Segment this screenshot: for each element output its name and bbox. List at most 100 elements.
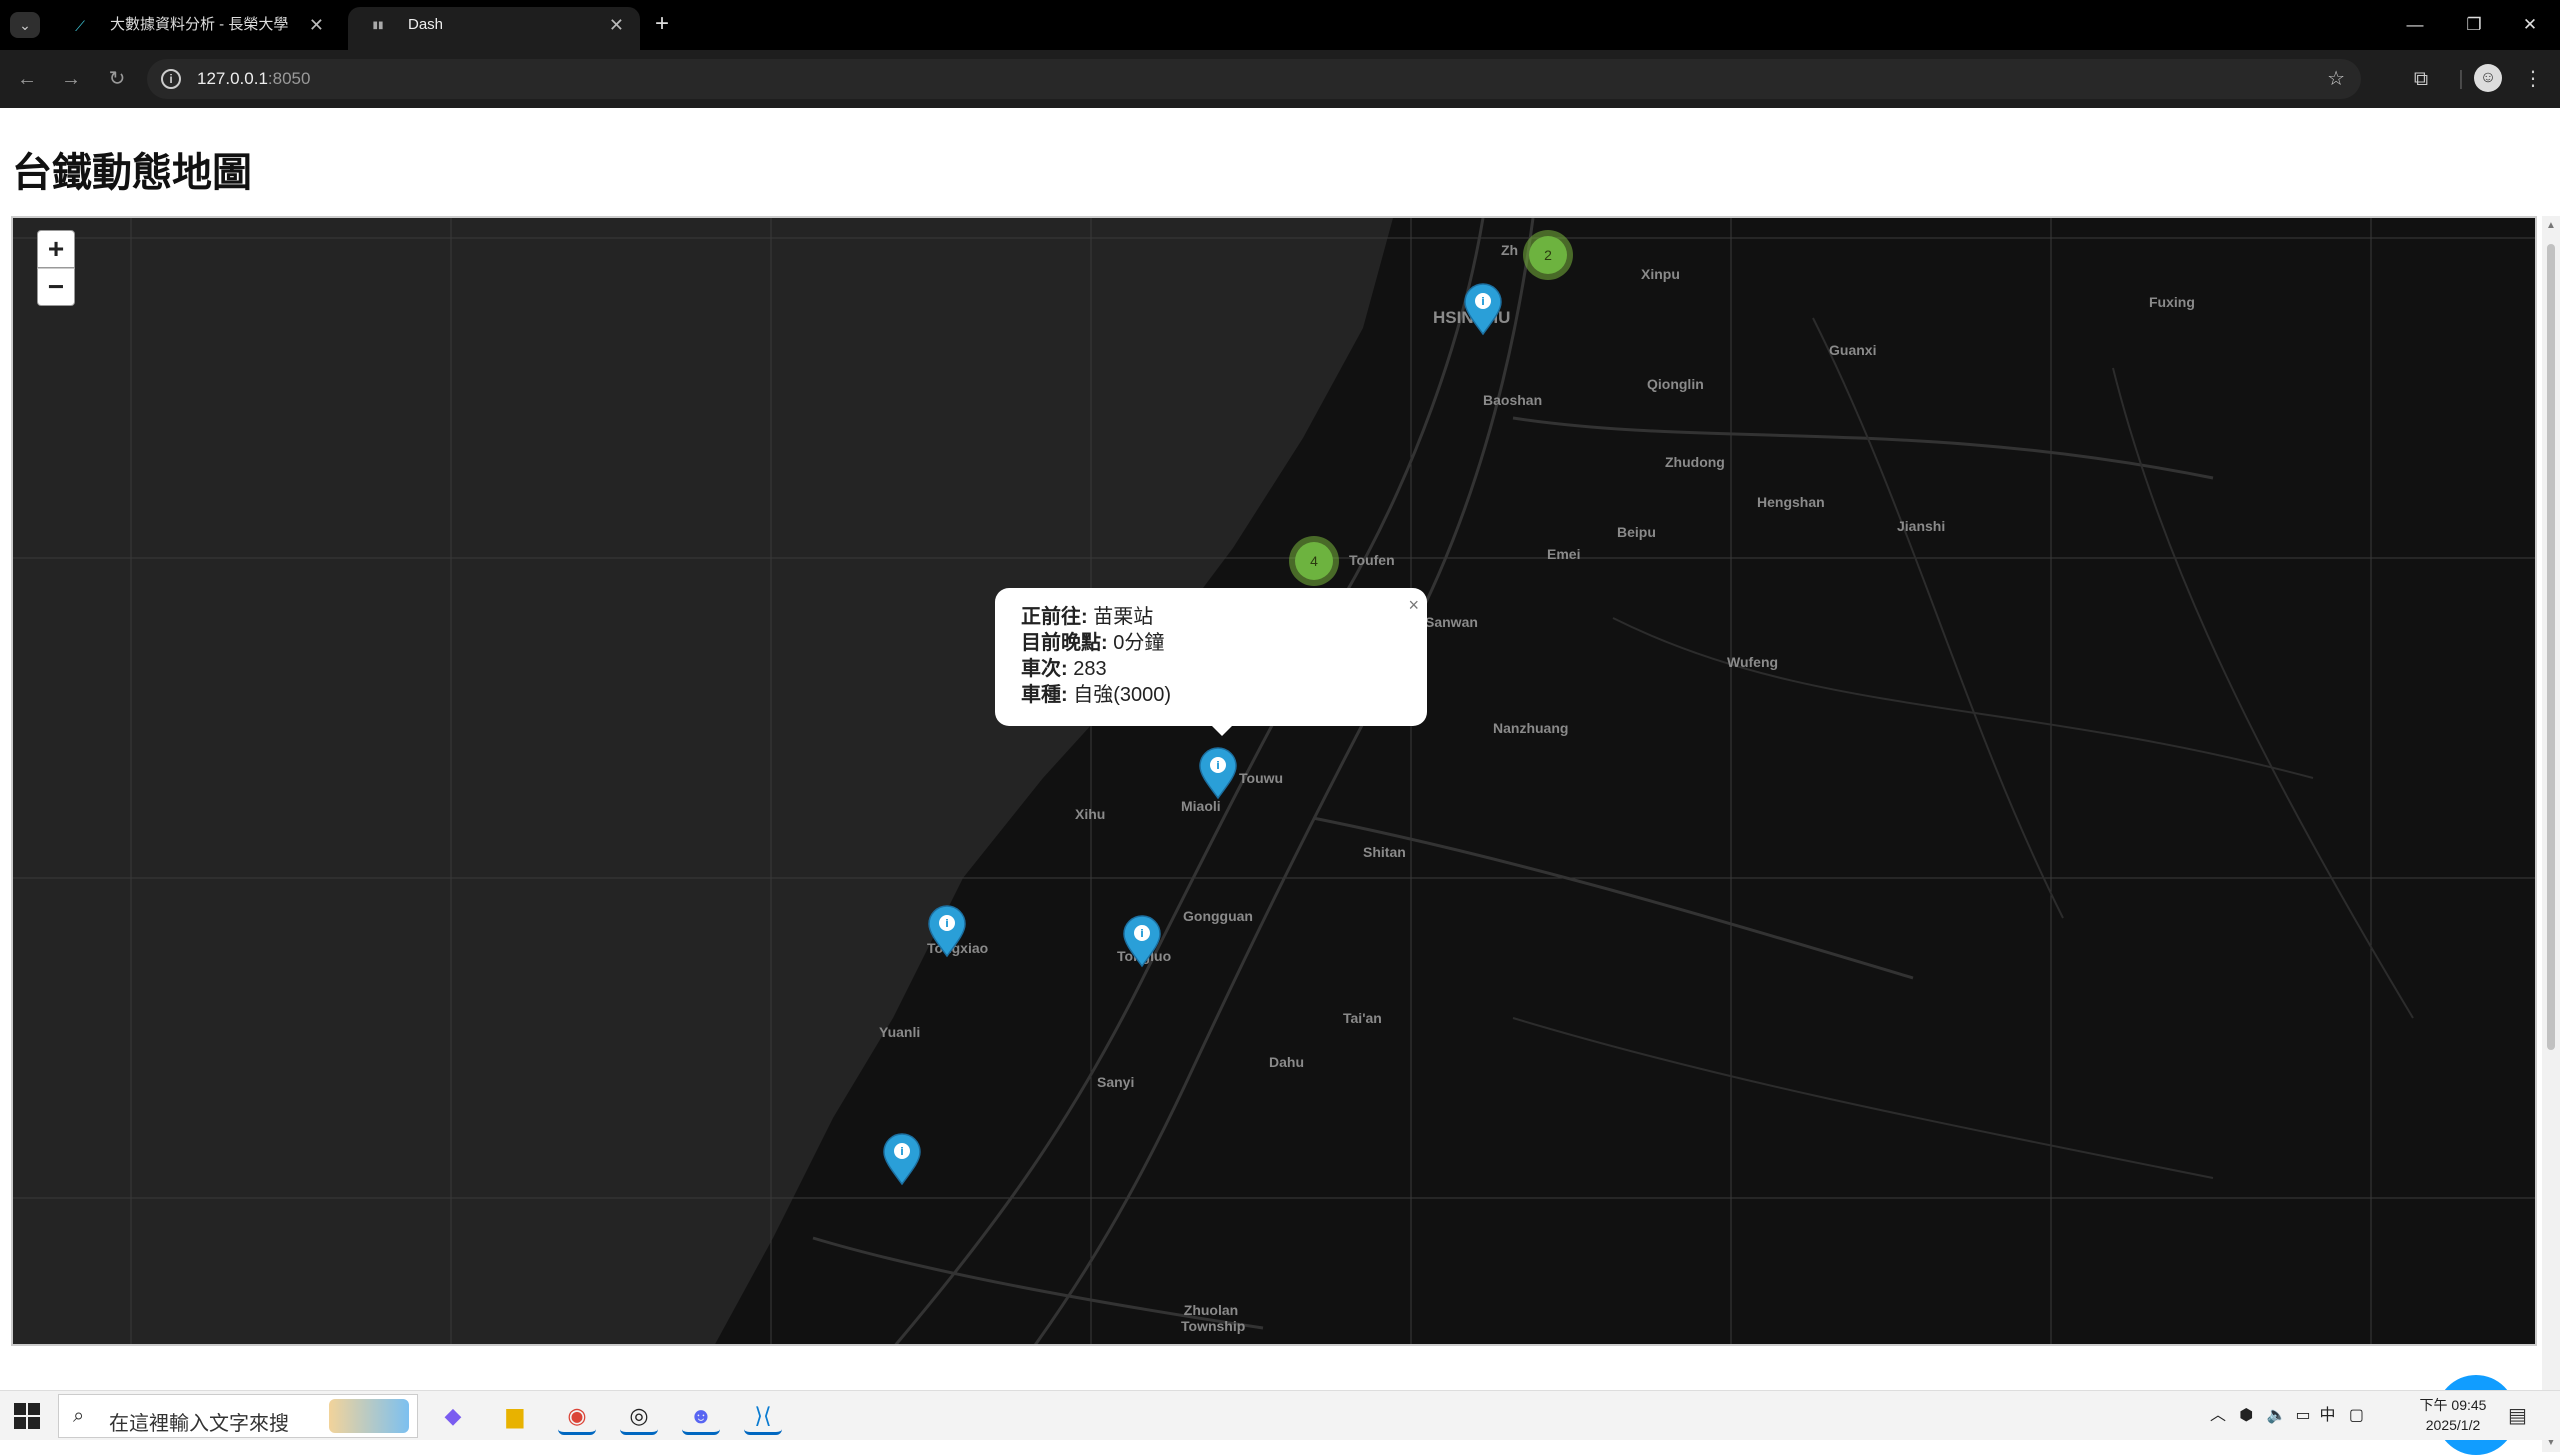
tab-dash[interactable]: ▮▮ Dash ✕ xyxy=(348,7,640,50)
profile-avatar-icon[interactable]: ☺ xyxy=(2474,64,2502,92)
browser-toolbar: ← → ↻ i 127.0.0.1:8050 ☆ ⧉ | ☺ ⋮ xyxy=(0,50,2560,108)
place-label: Toufen xyxy=(1349,552,1395,568)
windows-start-icon[interactable] xyxy=(14,1403,40,1429)
svg-text:i: i xyxy=(1216,759,1220,772)
taskbar-clock[interactable]: 下午 09:45 2025/1/2 xyxy=(2408,1395,2498,1435)
taskbar-search-box[interactable]: ⌕ 在這裡輸入文字來搜 xyxy=(58,1394,418,1438)
svg-text:i: i xyxy=(1481,295,1485,308)
volume-icon[interactable]: 🔈 xyxy=(2267,1407,2287,1424)
place-label: Gongguan xyxy=(1183,908,1253,924)
search-icon: ⌕ xyxy=(73,1405,85,1427)
minimize-icon[interactable]: — xyxy=(2395,10,2435,40)
extensions-icon[interactable]: ⧉ xyxy=(2406,64,2436,94)
place-label: Guanxi xyxy=(1829,342,1877,358)
reload-icon[interactable]: ↻ xyxy=(102,64,132,94)
zoom-in-button[interactable]: + xyxy=(37,230,75,268)
svg-text:i: i xyxy=(1140,927,1144,940)
bookmark-star-icon[interactable]: ☆ xyxy=(2327,59,2345,99)
place-label: Zhuolan Township xyxy=(1181,1302,1246,1334)
more-menu-icon[interactable]: ⋮ xyxy=(2518,64,2548,94)
address-bar[interactable]: i 127.0.0.1:8050 ☆ xyxy=(147,59,2361,99)
scroll-up-icon[interactable]: ▲ xyxy=(2546,220,2556,231)
close-tab-icon[interactable]: ✕ xyxy=(609,7,624,43)
chrome-icon[interactable]: ◉ xyxy=(558,1397,596,1435)
url-text: 127.0.0.1:8050 xyxy=(197,69,311,88)
scrollbar-thumb[interactable] xyxy=(2547,244,2555,1050)
place-label: Xihu xyxy=(1075,806,1106,822)
tab-moodle[interactable]: ⟋ 大數據資料分析 - 長榮大學 ✕ xyxy=(50,7,340,50)
separator: | xyxy=(2458,68,2464,90)
back-icon[interactable]: ← xyxy=(12,64,42,94)
marker-cluster[interactable]: 2 xyxy=(1523,230,1573,280)
close-tab-icon[interactable]: ✕ xyxy=(309,7,324,43)
clock-time: 下午 09:45 xyxy=(2419,1397,2487,1413)
tab-title: 大數據資料分析 - 長榮大學 xyxy=(110,16,289,33)
popup-row-delay: 目前晚點: 0分鐘 xyxy=(1021,632,1165,654)
moodle-icon: ⟋ xyxy=(75,18,85,34)
place-label: Hengshan xyxy=(1757,494,1825,510)
place-label: Xinpu xyxy=(1641,266,1680,282)
train-info-popup: 正前往: 苗栗站 目前晚點: 0分鐘 車次: 283 車種: 自強(3000) … xyxy=(995,588,1427,726)
close-window-icon[interactable]: ✕ xyxy=(2510,10,2550,40)
place-label: Emei xyxy=(1547,546,1581,562)
tab-title: Dash xyxy=(408,16,444,33)
marker-cluster[interactable]: 4 xyxy=(1289,536,1339,586)
search-placeholder: 在這裡輸入文字來搜 xyxy=(109,1413,289,1435)
place-label: Dahu xyxy=(1269,1054,1304,1070)
file-explorer-icon[interactable]: ▆ xyxy=(496,1397,534,1435)
zoom-out-button[interactable]: − xyxy=(37,268,75,306)
github-desktop-icon[interactable]: ◎ xyxy=(620,1397,658,1435)
place-label: Touwu xyxy=(1239,770,1284,786)
tray-overflow-chevron-icon[interactable]: ︿ xyxy=(2210,1407,2226,1424)
train-marker-icon[interactable]: i xyxy=(882,1132,922,1186)
place-label: Qionglin xyxy=(1647,376,1704,392)
page-title: 台鐵動態地圖 xyxy=(12,151,252,195)
popup-row-train-type: 車種: 自強(3000) xyxy=(1021,684,1172,706)
place-label: Zh xyxy=(1501,242,1519,258)
place-label: Sanwan xyxy=(1425,614,1478,630)
popup-row-destination: 正前往: 苗栗站 xyxy=(1021,606,1154,628)
place-label: Baoshan xyxy=(1483,392,1543,408)
place-label: Fuxing xyxy=(2149,294,2195,310)
page-scrollbar[interactable]: ▲ ▼ xyxy=(2542,216,2560,1452)
place-label: Miaoli xyxy=(1181,798,1221,814)
svg-text:i: i xyxy=(900,1145,904,1158)
copilot-icon[interactable]: ◆ xyxy=(434,1397,472,1435)
vscode-icon[interactable]: ⟩⟨ xyxy=(744,1397,782,1435)
cluster-count: 4 xyxy=(1295,542,1333,580)
site-info-icon[interactable]: i xyxy=(161,69,181,89)
clock-date: 2025/1/2 xyxy=(2425,1417,2481,1433)
train-marker-icon[interactable]: i xyxy=(1198,746,1238,800)
map-container[interactable]: Zh Xinpu HSINCHU Fuxing Guanxi Baoshan Q… xyxy=(11,216,2537,1346)
new-tab-button[interactable]: + xyxy=(648,10,676,38)
place-label: Nanzhuang xyxy=(1493,720,1569,736)
popup-tip xyxy=(1208,722,1236,736)
ime-indicator[interactable]: 中 xyxy=(2320,1407,2336,1424)
network-icon[interactable]: ▭ xyxy=(2295,1407,2310,1424)
svg-text:i: i xyxy=(945,917,949,930)
notification-icon[interactable]: ▤ xyxy=(2508,1403,2527,1428)
windows-taskbar: ⌕ 在這裡輸入文字來搜 ◆ ▆ ◉ ◎ ☻ ⟩⟨ ︿ ⬢ 🔈 ▭ 中 ▢ 下午 … xyxy=(0,1390,2560,1440)
search-highlight-image xyxy=(329,1399,409,1433)
place-label: Shitan xyxy=(1363,844,1406,860)
place-label: Zhudong xyxy=(1665,454,1725,470)
browser-tab-bar: ⌄ ⟋ 大數據資料分析 - 長榮大學 ✕ ▮▮ Dash ✕ + — ❐ ✕ xyxy=(0,0,2560,50)
ime-mode-icon[interactable]: ▢ xyxy=(2349,1407,2364,1424)
train-marker-icon[interactable]: i xyxy=(1122,914,1162,968)
page-content: 台鐵動態地圖 Zh Xinpu Fuxing Guanxi Baoshan Qi… xyxy=(0,108,2560,1455)
dash-icon: ▮▮ xyxy=(372,20,384,31)
restore-icon[interactable]: ❐ xyxy=(2454,10,2494,40)
place-label: Jianshi xyxy=(1897,518,1946,534)
place-label: Sanyi xyxy=(1097,1074,1135,1090)
place-label: Tai'an xyxy=(1343,1010,1382,1026)
cluster-count: 2 xyxy=(1529,236,1567,274)
security-icon[interactable]: ⬢ xyxy=(2239,1407,2253,1424)
discord-icon[interactable]: ☻ xyxy=(682,1397,720,1435)
train-marker-icon[interactable]: i xyxy=(927,904,967,958)
tab-search-chevron-icon[interactable]: ⌄ xyxy=(10,12,40,38)
place-label: Wufeng xyxy=(1727,654,1779,670)
forward-icon[interactable]: → xyxy=(56,64,86,94)
place-label: Yuanli xyxy=(879,1024,921,1040)
train-marker-icon[interactable]: i xyxy=(1463,282,1503,336)
popup-close-icon[interactable]: × xyxy=(1408,592,1419,618)
